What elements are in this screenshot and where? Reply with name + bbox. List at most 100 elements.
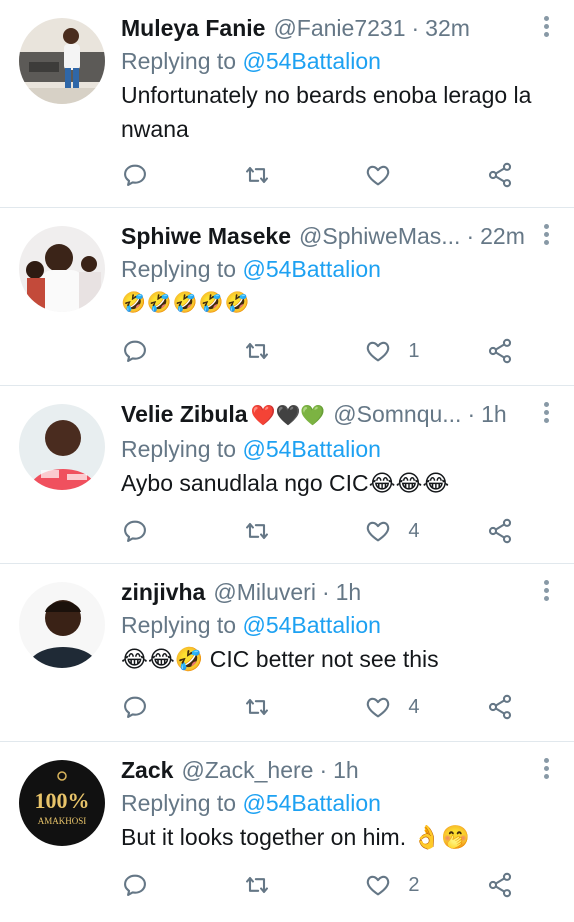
retweet-button[interactable]: [243, 516, 353, 546]
timestamp[interactable]: 1h: [336, 576, 362, 608]
tweet-actions: 1: [121, 336, 514, 366]
like-button[interactable]: 4: [364, 692, 474, 722]
tweet[interactable]: Sphiwe Maseke @SphiweMas... · 22m Replyi…: [0, 208, 574, 386]
like-button[interactable]: [364, 160, 474, 190]
avatar[interactable]: [19, 404, 105, 490]
mention-link[interactable]: @54Battalion: [242, 612, 380, 638]
more-options-icon[interactable]: [544, 224, 550, 246]
mention-link[interactable]: @54Battalion: [242, 256, 380, 282]
like-count: 1: [408, 339, 420, 362]
like-count: 4: [408, 519, 420, 542]
replying-to: Replying to @54Battalion: [121, 432, 554, 466]
tweet-text: 🤣🤣🤣🤣🤣: [121, 292, 251, 314]
more-options-icon[interactable]: [544, 758, 550, 780]
like-button[interactable]: 1: [364, 336, 474, 366]
like-icon: [367, 697, 390, 718]
timestamp[interactable]: 32m: [425, 12, 470, 44]
more-options-icon[interactable]: [544, 402, 550, 424]
like-button[interactable]: 4: [364, 516, 474, 546]
separator: ·: [319, 757, 328, 783]
mention-link[interactable]: @54Battalion: [242, 48, 380, 74]
tweet-header: zinjivha @Miluveri · 1h: [121, 576, 554, 608]
like-count: 2: [408, 873, 420, 896]
tweet-header: Zack @Zack_here · 1h: [121, 754, 554, 786]
retweet-button[interactable]: [243, 336, 353, 366]
user-handle[interactable]: @Somnqu...: [333, 398, 461, 430]
avatar-badge-top: 100%: [35, 788, 90, 813]
reply-button[interactable]: [121, 870, 231, 900]
timestamp[interactable]: 1h: [481, 398, 507, 430]
more-options-icon[interactable]: [544, 16, 550, 38]
tweet[interactable]: Muleya Fanie @Fanie7231 · 32m Replying t…: [0, 0, 574, 208]
tweet-header: Sphiwe Maseke @SphiweMas... · 22m: [121, 220, 554, 252]
share-icon: [488, 872, 512, 898]
retweet-icon: [245, 698, 268, 716]
user-handle[interactable]: @Fanie7231: [273, 12, 405, 44]
reply-feed: Muleya Fanie @Fanie7231 · 32m Replying t…: [0, 0, 574, 922]
avatar-badge-bottom: AMAKHOSI: [38, 816, 87, 826]
tweet-text: Aybo sanudlala ngo CIC😂😂😂: [121, 470, 450, 496]
mention-link[interactable]: @54Battalion: [242, 436, 380, 462]
separator: ·: [411, 15, 420, 41]
share-button[interactable]: [486, 870, 514, 900]
retweet-button[interactable]: [243, 870, 353, 900]
avatar[interactable]: [19, 18, 105, 104]
reply-button[interactable]: [121, 336, 231, 366]
like-button[interactable]: 2: [364, 870, 474, 900]
retweet-button[interactable]: [243, 160, 353, 190]
reply-icon: [124, 696, 146, 718]
reply-button[interactable]: [121, 516, 231, 546]
share-button[interactable]: [486, 160, 514, 190]
more-options-icon[interactable]: [544, 580, 550, 602]
separator: ·: [467, 401, 476, 427]
avatar[interactable]: [19, 226, 105, 312]
replying-to: Replying to @54Battalion: [121, 44, 554, 78]
display-name[interactable]: Velie Zibula: [121, 398, 248, 430]
replying-to-label: Replying to: [121, 790, 237, 816]
timestamp[interactable]: 22m: [480, 220, 525, 252]
reply-button[interactable]: [121, 160, 231, 190]
share-icon: [488, 518, 512, 544]
reply-icon: [124, 164, 146, 186]
tweet[interactable]: 100% AMAKHOSI Zack @Zack_here · 1h Reply…: [0, 742, 574, 922]
mention-link[interactable]: @54Battalion: [242, 790, 380, 816]
timestamp[interactable]: 1h: [333, 754, 359, 786]
share-icon: [488, 694, 512, 720]
retweet-icon: [245, 166, 268, 184]
reply-button[interactable]: [121, 692, 231, 722]
replying-to: Replying to @54Battalion: [121, 608, 554, 642]
separator: ·: [466, 223, 475, 249]
share-button[interactable]: [486, 516, 514, 546]
like-icon: [367, 875, 390, 896]
display-name[interactable]: Muleya Fanie: [121, 12, 265, 44]
retweet-button[interactable]: [243, 692, 353, 722]
share-button[interactable]: [486, 692, 514, 722]
replying-to: Replying to @54Battalion: [121, 252, 554, 286]
reply-icon: [124, 874, 146, 896]
tweet[interactable]: Velie Zibula ❤️🖤💚 @Somnqu... · 1h Replyi…: [0, 386, 574, 564]
replying-to-label: Replying to: [121, 612, 237, 638]
share-button[interactable]: [486, 336, 514, 366]
display-name[interactable]: Sphiwe Maseke: [121, 220, 291, 252]
avatar[interactable]: [19, 582, 105, 668]
share-icon: [488, 338, 512, 364]
replying-to-label: Replying to: [121, 256, 237, 282]
avatar[interactable]: 100% AMAKHOSI: [19, 760, 105, 846]
display-name[interactable]: Zack: [121, 754, 173, 786]
user-handle[interactable]: @Miluveri: [213, 576, 316, 608]
tweet-text: 😂😂🤣 CIC better not see this: [121, 646, 439, 672]
tweet-text: Unfortunately no beards enoba lerago la …: [121, 82, 532, 142]
reply-icon: [124, 340, 146, 362]
name-emoji: ❤️🖤💚: [250, 405, 326, 427]
like-icon: [367, 521, 390, 542]
tweet[interactable]: zinjivha @Miluveri · 1h Replying to @54B…: [0, 564, 574, 742]
tweet-actions: 4: [121, 692, 514, 722]
reply-icon: [124, 520, 146, 542]
user-handle[interactable]: @Zack_here: [181, 754, 313, 786]
replying-to: Replying to @54Battalion: [121, 786, 554, 820]
retweet-icon: [245, 876, 268, 894]
user-handle[interactable]: @SphiweMas...: [299, 220, 460, 252]
display-name[interactable]: zinjivha: [121, 576, 205, 608]
replying-to-label: Replying to: [121, 48, 237, 74]
like-icon: [367, 165, 390, 186]
